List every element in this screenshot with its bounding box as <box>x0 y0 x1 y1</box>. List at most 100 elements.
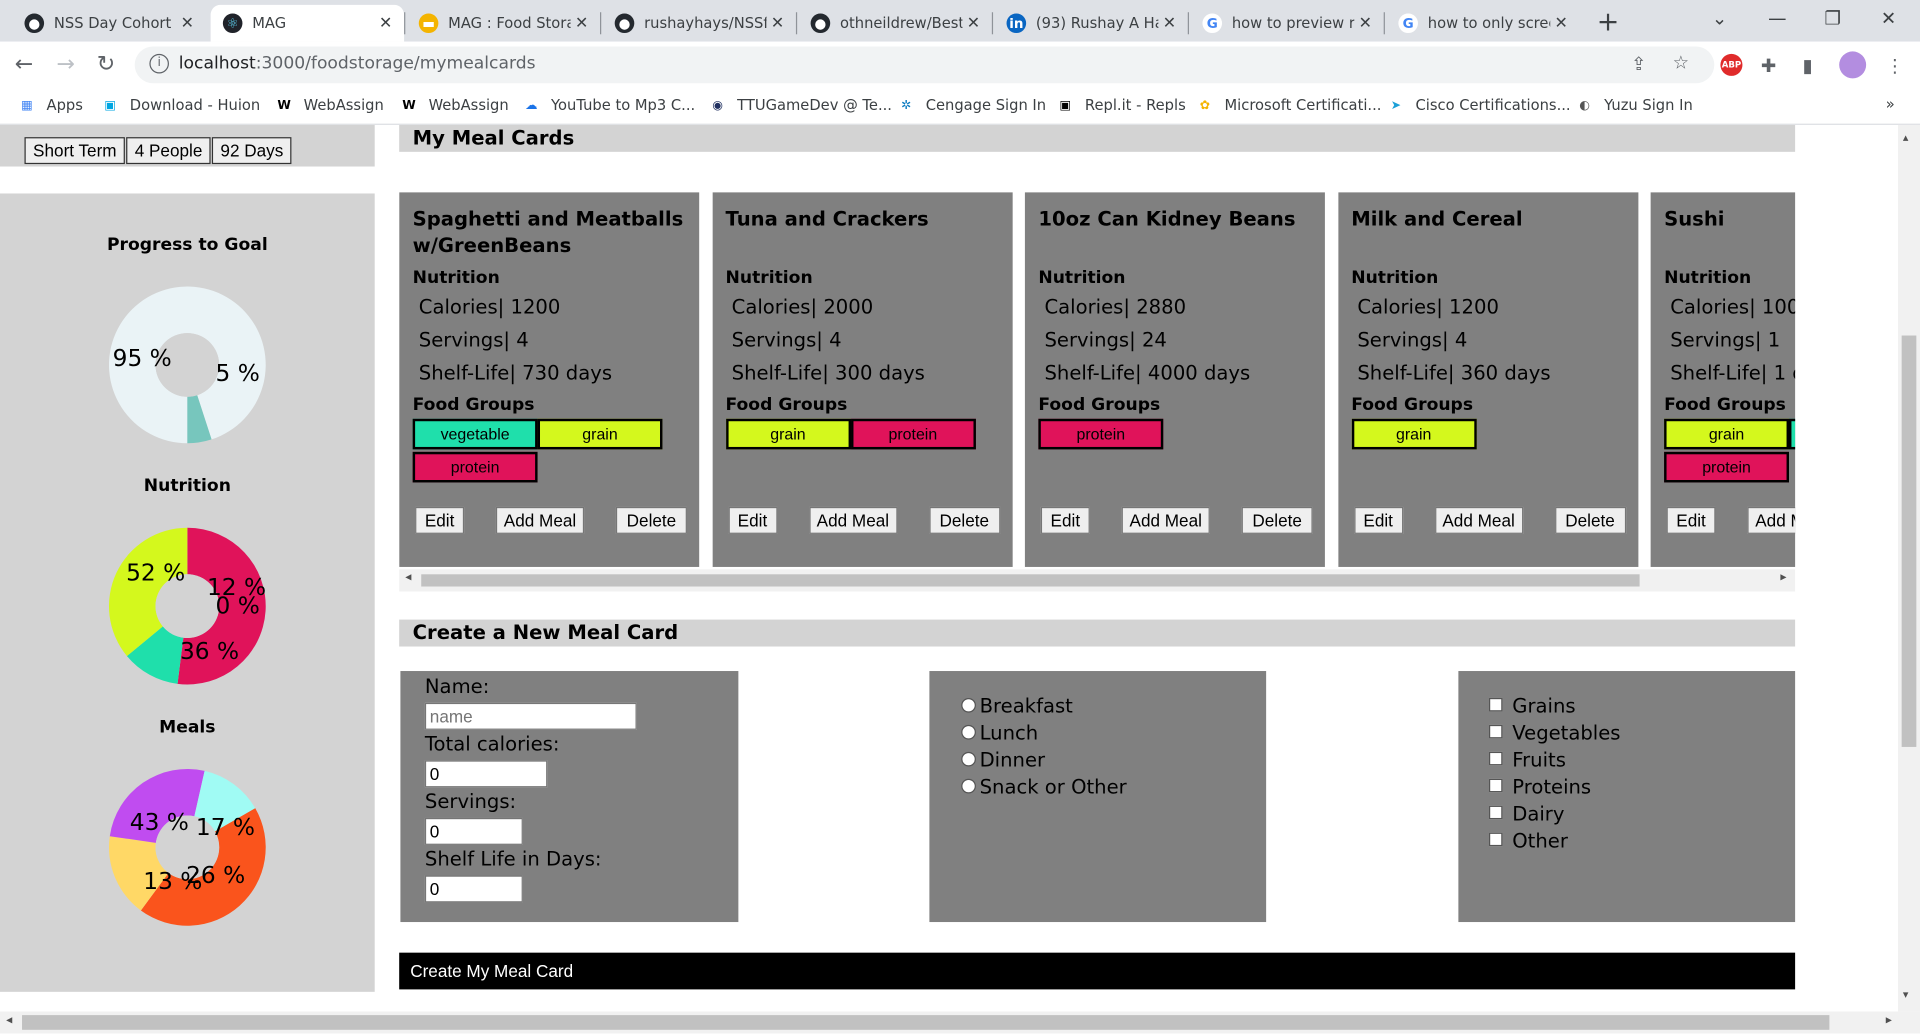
scroll-down-icon[interactable]: ▾ <box>1903 989 1909 1001</box>
shelf-life-input[interactable]: 0 <box>424 875 523 903</box>
tab-close-icon[interactable]: ✕ <box>1158 14 1180 32</box>
name-input[interactable]: name <box>424 702 637 730</box>
address-bar[interactable]: i localhost:3000/foodstorage/mymealcards… <box>134 46 1715 84</box>
browser-toolbar: ← → ↻ i localhost:3000/foodstorage/mymea… <box>0 41 1920 89</box>
page-hscroll-thumb[interactable] <box>22 1015 1830 1030</box>
tab-separator <box>600 12 602 35</box>
edit-button[interactable]: Edit <box>1040 506 1090 534</box>
tab-close-icon[interactable]: ✕ <box>767 14 789 32</box>
side-panel-icon[interactable]: ▮ <box>1802 55 1812 77</box>
minimize-icon[interactable]: — <box>1768 7 1786 29</box>
scroll-right-icon[interactable]: ▸ <box>1780 571 1786 584</box>
bookmark-item[interactable]: ✲ Cengage Sign In <box>896 96 1046 116</box>
tab-search-icon[interactable]: ⌄ <box>1712 7 1727 29</box>
scroll-up-icon[interactable]: ▴ <box>1903 132 1909 144</box>
nutrition-fact: Calories| 1000 <box>1670 295 1795 319</box>
meal-type-radio[interactable] <box>961 724 976 740</box>
delete-button[interactable]: Delete <box>1554 506 1626 534</box>
browser-tab[interactable]: ⚛ MAG ✕ <box>210 4 405 42</box>
menu-kebab-icon[interactable]: ⋮ <box>1886 55 1904 77</box>
delete-button[interactable]: Delete <box>615 506 687 534</box>
meal-type-radio[interactable] <box>961 778 976 794</box>
cards-scroll-thumb[interactable] <box>421 574 1640 587</box>
extensions-puzzle-icon[interactable]: ✚ <box>1761 55 1776 77</box>
food-group-checkbox[interactable] <box>1488 805 1503 820</box>
bookmark-item[interactable]: ▣ Download - Huion <box>100 96 260 116</box>
delete-button[interactable]: Delete <box>928 506 1000 534</box>
meal-type-radio[interactable] <box>961 697 976 713</box>
new-tab-button[interactable]: + <box>1597 7 1620 38</box>
food-groups-heading: Food Groups <box>412 395 535 416</box>
food-group-checkbox[interactable] <box>1488 697 1503 712</box>
edit-button[interactable]: Edit <box>727 506 777 534</box>
tab-close-icon[interactable]: ✕ <box>176 14 198 32</box>
google-icon: G <box>1202 13 1223 34</box>
profile-avatar[interactable] <box>1839 51 1867 79</box>
bookmark-item[interactable]: ◉ TTUGameDev @ Te... <box>708 96 892 116</box>
people-count-button[interactable]: 4 People <box>126 137 211 165</box>
reload-icon[interactable]: ↻ <box>97 51 115 77</box>
more-bookmarks-icon[interactable]: » <box>1886 96 1895 113</box>
page-scroll-thumb[interactable] <box>1901 335 1917 747</box>
browser-tab[interactable]: Ghow to only scree ✕ <box>1386 5 1579 42</box>
tab-close-icon[interactable]: ✕ <box>1354 14 1376 32</box>
browser-tab[interactable]: ▬ MAG : Food Stora ✕ <box>407 5 600 42</box>
page-vertical-scrollbar[interactable]: ▴ ▾ <box>1897 124 1920 1012</box>
tab-close-icon[interactable]: ✕ <box>571 14 593 32</box>
meal-card-title: Tuna and Crackers <box>725 206 929 231</box>
bookmark-item[interactable]: ➤ Cisco Certifications... <box>1386 96 1571 116</box>
plan-type-button[interactable]: Short Term <box>24 137 126 165</box>
share-icon[interactable]: ⇪ <box>1631 53 1646 75</box>
bookmark-star-icon[interactable]: ☆ <box>1673 51 1689 73</box>
tab-close-icon[interactable]: ✕ <box>962 14 984 32</box>
site-info-icon[interactable]: i <box>149 53 169 74</box>
food-group-tag: grain <box>725 418 851 450</box>
restore-icon[interactable]: ❐ <box>1825 7 1841 29</box>
page-scroll-right-icon[interactable]: ▸ <box>1886 1014 1892 1027</box>
add-meal-button[interactable]: Add Meal <box>1121 506 1210 534</box>
add-meal-button[interactable]: Add Meal <box>495 506 585 534</box>
add-meal-button[interactable]: Add Meal <box>1434 506 1523 534</box>
nutrition-fact: Shelf-Life| 360 days <box>1357 361 1551 385</box>
window-close-icon[interactable]: ✕ <box>1881 7 1896 29</box>
browser-tab[interactable]: ● othneildrew/Best ✕ <box>798 5 991 42</box>
calories-input[interactable]: 0 <box>424 760 548 788</box>
days-count-button[interactable]: 92 Days <box>211 137 292 165</box>
browser-tab[interactable]: Ghow to preview re ✕ <box>1190 5 1383 42</box>
bookmark-item[interactable]: ▣ Repl.it - Repls <box>1056 96 1186 116</box>
page-horizontal-scrollbar[interactable]: ◂ ▸ <box>0 1011 1920 1034</box>
forward-arrow-icon[interactable]: → <box>56 51 74 77</box>
adblock-icon[interactable]: ABP <box>1720 53 1743 76</box>
tab-close-icon[interactable]: ✕ <box>375 14 397 32</box>
bookmark-item[interactable]: ▦ Apps <box>17 96 83 116</box>
tab-close-icon[interactable]: ✕ <box>1550 14 1572 32</box>
scroll-left-icon[interactable]: ◂ <box>405 571 411 584</box>
url-text[interactable]: localhost:3000/foodstorage/mymealcards <box>179 54 536 74</box>
page-scroll-left-icon[interactable]: ◂ <box>6 1014 12 1027</box>
food-group-checkbox[interactable] <box>1488 832 1503 847</box>
add-meal-button[interactable]: Add Meal <box>808 506 897 534</box>
delete-button[interactable]: Delete <box>1241 506 1313 534</box>
edit-button[interactable]: Edit <box>1353 506 1403 534</box>
food-group-checkbox[interactable] <box>1488 724 1503 739</box>
food-group-checkbox[interactable] <box>1488 778 1503 793</box>
add-meal-button[interactable]: Add Meal <box>1747 506 1796 534</box>
meal-type-label: Snack or Other <box>979 775 1127 799</box>
food-group-checkbox[interactable] <box>1488 751 1503 766</box>
back-arrow-icon[interactable]: ← <box>15 51 33 77</box>
edit-button[interactable]: Edit <box>415 506 465 534</box>
bookmark-item[interactable]: W WebAssign <box>274 96 383 116</box>
browser-tab[interactable]: ● NSS Day Cohort 5 ✕ <box>12 5 205 42</box>
edit-button[interactable]: Edit <box>1666 506 1716 534</box>
bookmark-item[interactable]: ◐ Yuzu Sign In <box>1575 96 1693 116</box>
food-groups-heading: Food Groups <box>725 395 848 416</box>
meal-type-radio[interactable] <box>961 751 976 767</box>
bookmark-item[interactable]: ☁ YouTube to Mp3 C... <box>522 96 695 116</box>
create-meal-card-button[interactable]: Create My Meal Card <box>399 952 1796 990</box>
bookmark-item[interactable]: ✿ Microsoft Certificati... <box>1195 96 1382 116</box>
bookmark-item[interactable]: W WebAssign <box>399 96 508 116</box>
browser-tab[interactable]: ● rushayhays/NSSfr ✕ <box>602 5 795 42</box>
browser-tab[interactable]: in (93) Rushay A Ha ✕ <box>994 5 1187 42</box>
cards-horizontal-scrollbar[interactable]: ◂ ▸ <box>399 569 1796 592</box>
servings-input[interactable]: 0 <box>424 817 523 845</box>
